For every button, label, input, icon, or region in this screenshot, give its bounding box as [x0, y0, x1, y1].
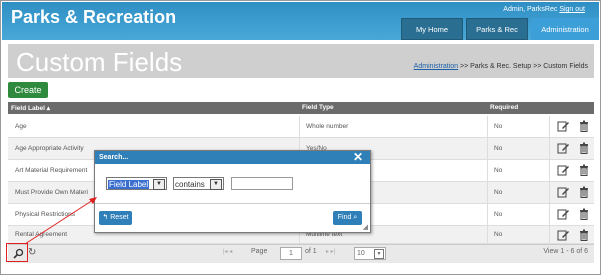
breadcrumb: Administration >> Parks & Rec. Setup >> …: [414, 63, 588, 70]
tab-my-home[interactable]: My Home: [401, 18, 463, 40]
delete-icon[interactable]: [578, 229, 590, 241]
user-name: Admin, ParksRec: [503, 6, 558, 13]
create-button[interactable]: Create: [8, 82, 48, 98]
cell-required: No: [494, 189, 503, 196]
edit-icon[interactable]: [557, 186, 569, 198]
find-button[interactable]: Find ⌕: [333, 211, 362, 225]
cell-label: Age Appropriate Activity: [15, 145, 84, 152]
cell-required: No: [494, 211, 503, 218]
chevron-down-icon: ▼: [153, 179, 165, 190]
edit-icon[interactable]: [557, 208, 569, 220]
search-operator-select[interactable]: contains ▼: [173, 177, 224, 190]
edit-icon[interactable]: [557, 120, 569, 132]
grid-header: Field Label ▴ Field Type Required: [8, 102, 594, 114]
cell-label: Art Material Requirement: [15, 167, 88, 174]
reset-button[interactable]: ↰ Reset: [99, 211, 132, 225]
column-field-type[interactable]: Field Type: [302, 104, 334, 111]
close-icon[interactable]: ✕: [353, 151, 363, 164]
column-required[interactable]: Required: [490, 104, 518, 111]
delete-icon[interactable]: [578, 208, 590, 220]
cell-label: Physical Restrictions: [15, 211, 75, 218]
page-of-label: of 1: [305, 248, 317, 255]
search-field-select[interactable]: Field Label ▼: [106, 177, 167, 190]
search-dialog-titlebar[interactable]: Search... ✕: [95, 151, 370, 164]
chevron-down-icon: ▼: [374, 249, 384, 259]
last-page-icon[interactable]: ▸ ▸|: [326, 248, 335, 255]
refresh-icon[interactable]: ↻: [28, 247, 36, 258]
cell-required: No: [494, 123, 503, 130]
table-row[interactable]: Age Whole number No: [8, 116, 594, 138]
user-info: Admin, ParksRec Sign out: [503, 6, 585, 13]
page-label: Page: [251, 248, 268, 255]
app-window: Parks & Recreation Admin, ParksRec Sign …: [0, 0, 601, 275]
view-count: View 1 - 6 of 6: [543, 248, 588, 255]
cell-label: Age: [15, 123, 27, 130]
tab-administration[interactable]: Administration: [531, 18, 599, 40]
breadcrumb-administration-link[interactable]: Administration: [414, 63, 458, 70]
annotation-highlight: [6, 243, 28, 262]
delete-icon[interactable]: [578, 186, 590, 198]
page-title: Custom Fields: [16, 47, 183, 77]
delete-icon[interactable]: [578, 164, 590, 176]
cell-required: No: [494, 145, 503, 152]
app-brand: Parks & Recreation: [11, 7, 177, 27]
title-band: Custom Fields Administration >> Parks & …: [8, 44, 594, 78]
search-dialog: Search... ✕ Field Label ▼ contains ▼ ↰ R…: [94, 150, 371, 233]
cell-label: Must Provide Own Materi: [15, 189, 88, 196]
cell-required: No: [494, 167, 503, 174]
search-dialog-title: Search...: [99, 154, 129, 161]
delete-icon[interactable]: [578, 142, 590, 154]
cell-label: Rental Agreement: [15, 231, 68, 238]
edit-icon[interactable]: [557, 229, 569, 241]
first-page-icon[interactable]: |◂ ◂: [223, 248, 232, 255]
resize-handle[interactable]: ◢: [363, 223, 368, 231]
divider: [95, 203, 370, 204]
page-size-select[interactable]: 10 ▼: [354, 247, 386, 260]
app-header: Parks & Recreation Admin, ParksRec Sign …: [2, 2, 599, 40]
page-number-input[interactable]: 1: [280, 247, 302, 260]
delete-icon[interactable]: [578, 120, 590, 132]
sign-out-link[interactable]: Sign out: [559, 6, 585, 13]
cell-type: Whole number: [306, 123, 349, 130]
grid-pager: ↻ |◂ ◂ Page 1 of 1 ▸ ▸| 10 ▼ View 1 - 6 …: [8, 244, 594, 263]
tab-parks-rec[interactable]: Parks & Rec: [466, 18, 528, 40]
breadcrumb-rest: >> Parks & Rec. Setup >> Custom Fields: [459, 63, 588, 70]
edit-icon[interactable]: [557, 164, 569, 176]
column-field-label[interactable]: Field Label ▴: [11, 104, 50, 112]
cell-required: No: [494, 231, 503, 238]
chevron-down-icon: ▼: [210, 179, 222, 190]
search-value-input[interactable]: [231, 177, 293, 190]
edit-icon[interactable]: [557, 142, 569, 154]
